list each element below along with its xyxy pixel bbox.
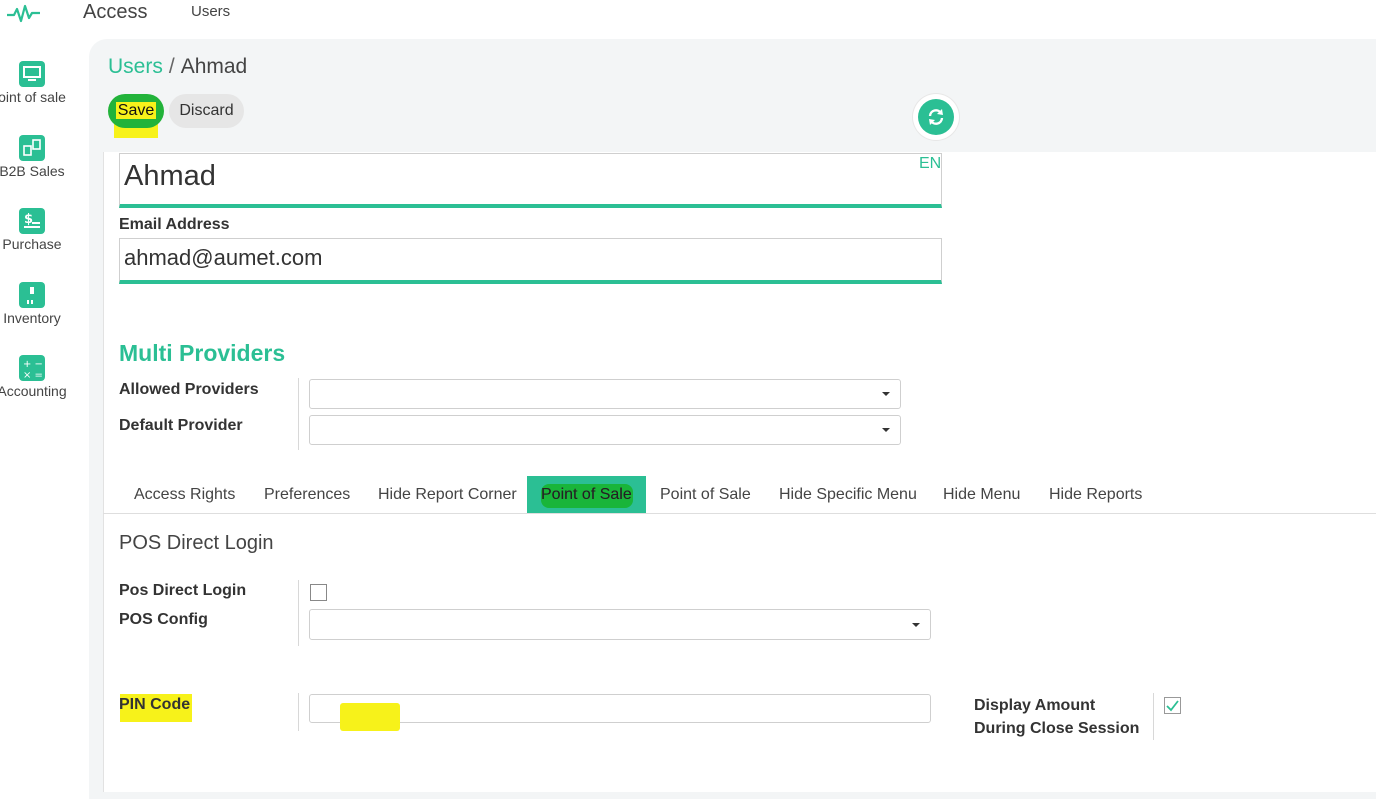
sidebar-item-inventory[interactable]: Inventory [0, 282, 72, 326]
app-logo-icon[interactable] [6, 2, 42, 26]
sidebar-item-b2b-sales[interactable]: B2B Sales [0, 135, 72, 179]
tab-hide-report-corner[interactable]: Hide Report Corner [378, 476, 517, 514]
default-provider-label: Default Provider [119, 417, 243, 434]
tabs-divider [103, 513, 1376, 514]
sidebar-item-label: oint of sale [0, 89, 66, 105]
chevron-down-icon [912, 622, 920, 627]
tab-hide-specific-menu[interactable]: Hide Specific Menu [779, 476, 917, 514]
calculator-icon: + − × = [19, 355, 45, 381]
breadcrumb-separator: / [168, 55, 175, 78]
save-button-label: Save [115, 102, 157, 119]
label-divider [298, 378, 299, 450]
breadcrumb-users-link[interactable]: Users [108, 55, 163, 78]
pin-code-input[interactable] [309, 694, 931, 723]
sidebar-item-point-of-sale[interactable]: oint of sale [0, 61, 72, 105]
pos-direct-login-checkbox[interactable] [310, 584, 327, 601]
checkmark-icon [1166, 700, 1179, 712]
email-value: ahmad@aumet.com [124, 245, 323, 270]
pos-config-select[interactable] [309, 609, 931, 640]
svg-text:$: $ [24, 212, 33, 227]
label-divider [1153, 693, 1154, 740]
pos-direct-login-label: Pos Direct Login [119, 582, 247, 599]
breadcrumb: Users / Ahmad [108, 55, 247, 79]
tab-access-rights[interactable]: Access Rights [134, 476, 235, 514]
dollar-doc-icon: $ [19, 208, 45, 234]
label-divider [298, 693, 299, 731]
refresh-button[interactable] [913, 94, 959, 140]
sidebar-item-label: Inventory [3, 310, 61, 326]
sidebar-item-label: Purchase [2, 236, 62, 252]
label-divider [298, 580, 299, 646]
top-menu-users[interactable]: Users [191, 3, 230, 20]
language-badge[interactable]: EN [919, 155, 941, 173]
chevron-down-icon [882, 428, 890, 432]
svg-text:× =: × = [23, 370, 43, 381]
display-amount-label: Display Amount During Close Session [974, 697, 1140, 737]
display-amount-checkbox[interactable] [1164, 697, 1181, 714]
app-title: Access [83, 1, 148, 23]
sidebar-item-purchase[interactable]: $ Purchase [0, 208, 72, 252]
allowed-providers-label: Allowed Providers [119, 381, 259, 398]
discard-button[interactable]: Discard [169, 94, 244, 128]
pos-direct-login-title: POS Direct Login [119, 532, 274, 554]
svg-text:+ −: + − [23, 359, 43, 370]
name-value: Ahmad [124, 160, 216, 192]
sidebar-item-accounting[interactable]: + − × = Accounting [0, 355, 72, 399]
tab-point-of-sale-label-overlay: Point of Sale [541, 486, 632, 503]
monitor-icon [19, 61, 45, 87]
email-label: Email Address [119, 216, 230, 233]
tab-hide-reports[interactable]: Hide Reports [1049, 476, 1142, 514]
pin-code-label: PIN Code [119, 696, 191, 713]
box-icon [19, 282, 45, 308]
multi-providers-title: Multi Providers [119, 340, 286, 366]
breadcrumb-current: Ahmad [180, 55, 248, 78]
allowed-providers-select[interactable] [309, 379, 901, 409]
default-provider-select[interactable] [309, 415, 901, 445]
refresh-icon [918, 99, 954, 135]
sidebar-item-label: Accounting [0, 383, 67, 399]
chevron-down-icon [882, 392, 890, 396]
sidebar-item-label: B2B Sales [0, 163, 65, 179]
tab-preferences[interactable]: Preferences [264, 476, 350, 514]
name-field[interactable] [119, 153, 942, 208]
pos-config-label: POS Config [119, 611, 208, 628]
b2b-icon [19, 135, 45, 161]
save-button[interactable]: Save [108, 94, 164, 128]
tab-hide-menu[interactable]: Hide Menu [943, 476, 1020, 514]
tab-point-of-sale[interactable]: Point of Sale [660, 476, 751, 514]
highlight-marker [340, 703, 400, 731]
